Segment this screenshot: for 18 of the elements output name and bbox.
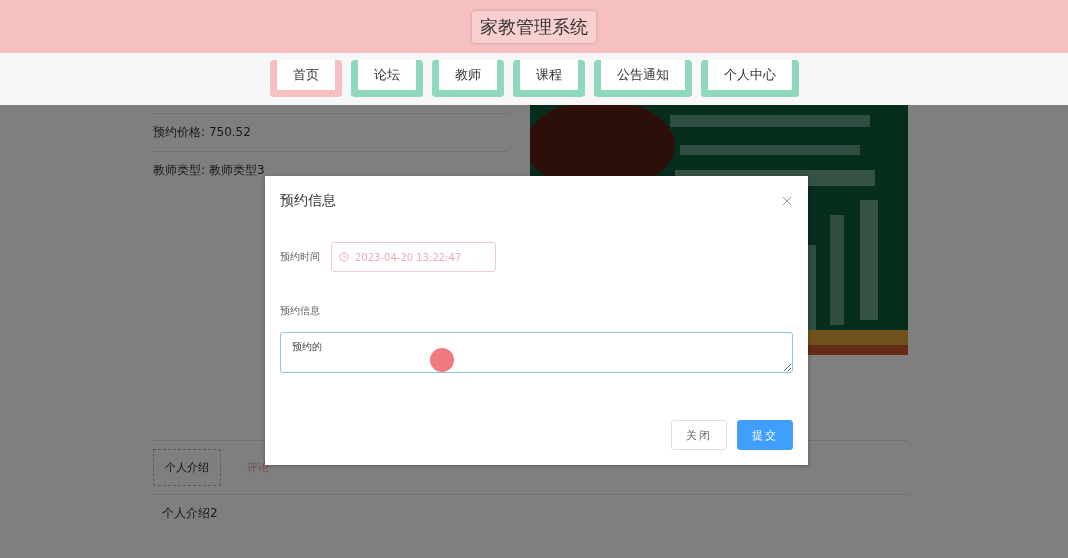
clock-icon	[339, 252, 349, 262]
nav-tab[interactable]: 论坛	[350, 60, 423, 97]
content-tab[interactable]: 个人介绍	[153, 449, 221, 486]
nav-tab[interactable]: 首页	[269, 60, 342, 97]
dialog-title: 预约信息	[280, 192, 336, 210]
nav-tab[interactable]: 个人中心	[700, 60, 799, 97]
nav-tab[interactable]: 教师	[431, 60, 504, 97]
nav-tab[interactable]: 课程	[512, 60, 585, 97]
field-label: 预约时间	[280, 250, 320, 264]
detail-row: 预约价格: 750.52	[153, 113, 508, 151]
cancel-button[interactable]: 关闭	[671, 420, 727, 450]
field-label: 预约信息	[280, 304, 321, 318]
nav-tab[interactable]: 公告通知	[593, 60, 692, 97]
info-textarea[interactable]: 预约的	[280, 332, 793, 373]
intro-text: 个人介绍2	[161, 505, 219, 522]
site-title: 家教管理系统	[472, 10, 596, 43]
close-icon	[781, 195, 793, 207]
close-button[interactable]	[781, 195, 793, 207]
